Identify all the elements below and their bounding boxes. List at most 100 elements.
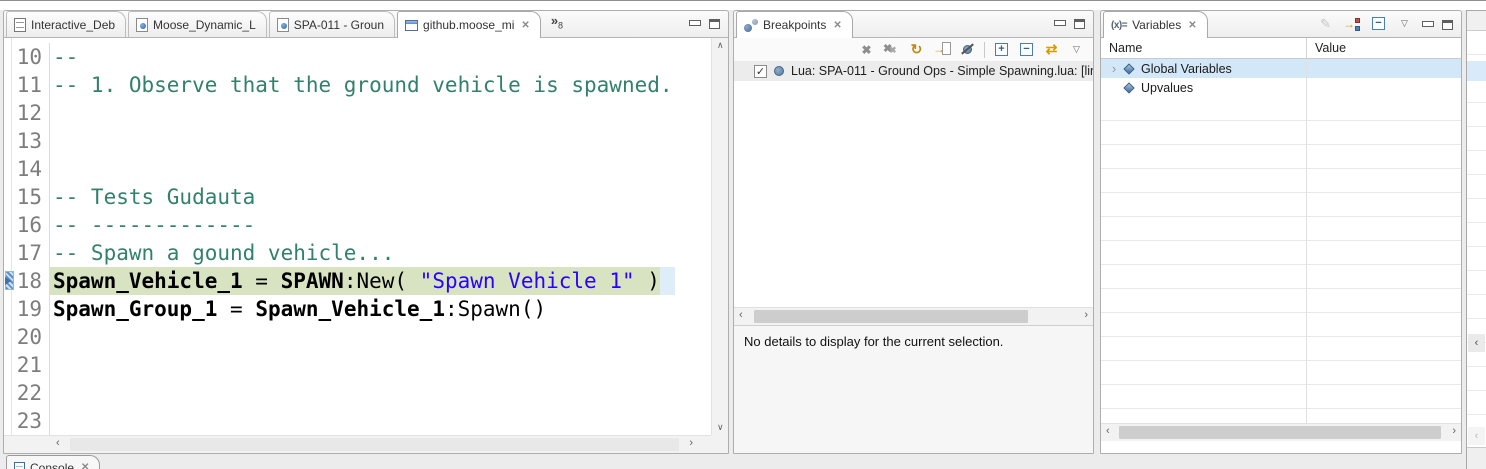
code-text[interactable] — [50, 351, 53, 379]
editor-horizontal-scrollbar[interactable]: ‹ › — [4, 435, 711, 453]
maximize-icon[interactable] — [1442, 20, 1453, 30]
variables-horizontal-scrollbar[interactable]: ‹ › — [1101, 423, 1461, 441]
column-header-value[interactable]: Value — [1306, 38, 1461, 58]
scroll-left-icon[interactable]: ‹ — [56, 438, 60, 449]
tab-console[interactable]: Console ✕ — [6, 455, 100, 469]
console-pane-clipped: Console ✕ — [6, 455, 102, 469]
line-number[interactable]: 20 — [12, 323, 50, 351]
variable-row-upvalues[interactable]: ›Upvalues — [1101, 78, 1461, 97]
code-text[interactable]: Spawn_Group_1 = Spawn_Vehicle_1:Spawn() — [50, 295, 546, 323]
line-number[interactable]: 22 — [12, 379, 50, 407]
code-text[interactable] — [50, 407, 53, 435]
scroll-left-icon[interactable]: ‹ — [1106, 426, 1110, 437]
top-toolbar-edge — [0, 0, 1486, 10]
ide-window: Interactive_Deb Moose_Dynamic_L SPA-011 - … — [0, 0, 1486, 469]
tab-interactive-deb[interactable]: Interactive_Deb — [6, 11, 126, 37]
marker-gutter[interactable] — [4, 38, 12, 435]
scroll-left-icon[interactable]: ‹ — [739, 310, 743, 321]
scrollbar-thumb[interactable] — [754, 310, 1028, 323]
line-number[interactable]: 17 — [12, 239, 50, 267]
line-number[interactable]: 14 — [12, 155, 50, 183]
tab-overflow-button[interactable]: »8 — [541, 13, 567, 35]
tab-label: Interactive_Deb — [31, 18, 115, 32]
collapse-all-icon[interactable]: − — [1020, 43, 1033, 56]
variable-diamond-icon — [1123, 63, 1134, 74]
toolbar-separator — [984, 42, 985, 58]
clipped-pane-footer — [1467, 447, 1486, 469]
close-icon[interactable]: ✕ — [831, 20, 841, 31]
expand-chevron-icon[interactable]: › — [1107, 61, 1121, 76]
line-number[interactable]: 13 — [12, 127, 50, 155]
scroll-left-icon[interactable]: ‹ — [1468, 334, 1485, 352]
code-line: 10-- — [12, 43, 711, 71]
scroll-right-icon[interactable]: › — [1084, 310, 1088, 321]
breakpoints-tabbar: Breakpoints ✕ — [734, 11, 1093, 38]
code-text[interactable] — [50, 155, 53, 183]
scroll-left-icon[interactable]: ‹ — [1468, 427, 1485, 445]
remove-all-breakpoints-icon[interactable]: ✖ ✖ — [883, 41, 900, 58]
line-number[interactable]: 15 — [12, 183, 50, 211]
minimize-icon[interactable] — [1422, 20, 1433, 30]
link-with-debug-icon[interactable]: ⇄ — [1043, 41, 1060, 58]
minimize-icon[interactable] — [689, 19, 700, 29]
line-number[interactable]: 23 — [12, 407, 50, 435]
scroll-down-icon[interactable]: ∨ — [717, 423, 724, 432]
tab-spa-011-groun[interactable]: SPA-011 - Groun — [269, 11, 395, 37]
show-logical-structure-icon[interactable]: → — [1343, 17, 1361, 31]
scrollbar-thumb[interactable] — [1119, 426, 1441, 439]
skip-all-breakpoints-icon[interactable] — [959, 41, 976, 58]
line-number[interactable]: 19 — [12, 295, 50, 323]
clipped-pane-selected-row — [1467, 61, 1486, 81]
minimize-icon[interactable] — [1054, 19, 1065, 29]
code-text[interactable] — [50, 99, 53, 127]
scroll-up-icon[interactable]: ∧ — [717, 41, 724, 50]
editor-vertical-scrollbar[interactable]: ∧ ∨ — [711, 38, 728, 435]
refresh-breakpoints-icon[interactable]: ↻ — [908, 41, 925, 58]
line-number[interactable]: 10 — [12, 43, 50, 71]
line-number[interactable]: 18 — [12, 267, 50, 295]
tab-label: SPA-011 - Groun — [294, 18, 384, 32]
code-text[interactable]: -- Tests Gudauta — [50, 183, 255, 211]
close-icon[interactable]: ✕ — [79, 462, 89, 469]
code-editor[interactable]: 10--11-- 1. Observe that the ground vehi… — [12, 38, 711, 435]
line-number[interactable]: 11 — [12, 71, 50, 99]
close-icon[interactable]: ✕ — [1186, 20, 1196, 31]
line-number[interactable]: 12 — [12, 99, 50, 127]
code-text[interactable]: -- Spawn a gound vehicle... — [50, 239, 394, 267]
editor-body: 10--11-- 1. Observe that the ground vehi… — [4, 38, 728, 453]
scroll-right-icon[interactable]: › — [1452, 426, 1456, 437]
line-number[interactable]: 16 — [12, 211, 50, 239]
line-number[interactable]: 21 — [12, 351, 50, 379]
code-line: 12 — [12, 99, 711, 127]
code-text[interactable]: -- — [50, 43, 78, 71]
code-text[interactable]: -- ------------- — [50, 211, 255, 239]
current-debug-line[interactable]: Spawn_Vehicle_1 = SPAWN:New( "Spawn Vehi… — [50, 267, 660, 295]
goto-file-icon[interactable]: → — [933, 41, 951, 58]
view-menu-icon[interactable]: ▽ — [1068, 41, 1085, 58]
tab-variables[interactable]: (x)= Variables ✕ — [1103, 11, 1208, 38]
column-header-name[interactable]: Name — [1101, 38, 1306, 58]
variable-row-global-variables[interactable]: ›Global Variables — [1101, 59, 1461, 78]
breakpoints-horizontal-scrollbar[interactable]: ‹ › — [734, 307, 1093, 325]
view-menu-icon[interactable]: ▽ — [1396, 15, 1413, 32]
tab-github-moose-mi[interactable]: github.moose_mi✕ — [397, 11, 541, 38]
tab-breakpoints[interactable]: Breakpoints ✕ — [736, 11, 853, 38]
scroll-right-icon[interactable]: › — [689, 438, 693, 449]
maximize-icon[interactable] — [1074, 19, 1085, 29]
code-text[interactable]: -- 1. Observe that the ground vehicle is… — [50, 71, 673, 99]
close-icon[interactable]: ✕ — [519, 20, 529, 31]
code-text[interactable] — [50, 323, 53, 351]
code-text[interactable] — [50, 379, 53, 407]
code-text[interactable] — [50, 127, 53, 155]
breakpoint-row[interactable]: ✓ Lua: SPA-011 - Ground Ops - Simple Spa… — [734, 61, 1093, 81]
show-type-names-icon[interactable]: ✎ — [1317, 15, 1334, 32]
variable-diamond-icon — [1123, 82, 1134, 93]
remove-breakpoint-icon[interactable]: ✖ — [858, 41, 875, 58]
scrollbar-thumb[interactable] — [70, 438, 679, 451]
column-divider[interactable] — [1306, 59, 1307, 423]
tab-moose-dynamic-l[interactable]: Moose_Dynamic_L — [128, 11, 267, 37]
collapse-all-icon[interactable]: − — [1372, 17, 1385, 30]
expand-all-icon[interactable]: + — [995, 43, 1008, 56]
breakpoint-checkbox[interactable]: ✓ — [754, 65, 767, 78]
maximize-icon[interactable] — [709, 19, 720, 29]
